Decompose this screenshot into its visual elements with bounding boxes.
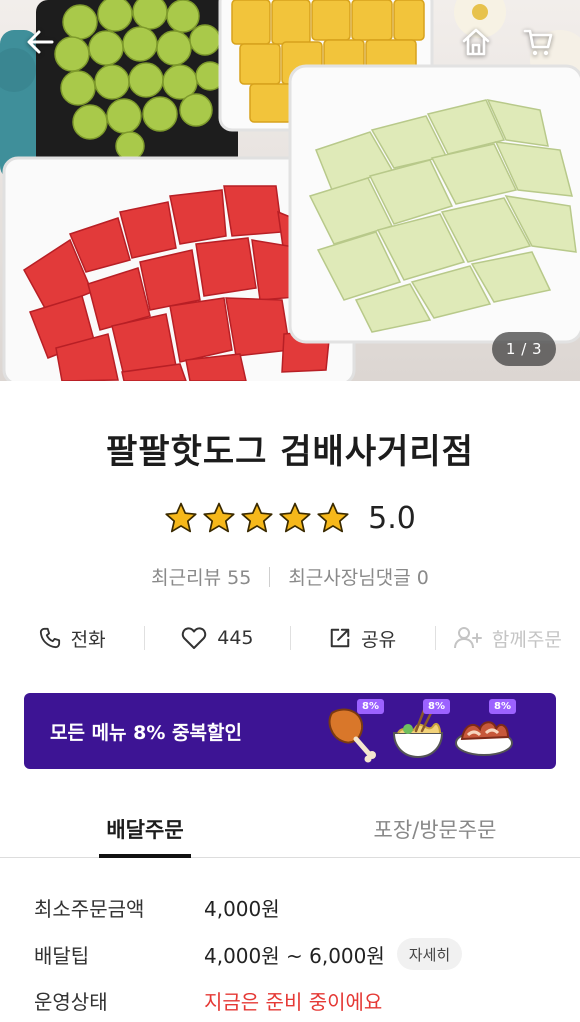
divider (269, 566, 271, 587)
pork-dish-icon: 8% (452, 699, 516, 763)
tab-delivery-order[interactable]: 배달주문 (0, 800, 290, 858)
back-button[interactable] (20, 22, 60, 62)
tab-pickup-order[interactable]: 포장/방문주문 (290, 800, 580, 857)
like-button[interactable]: 445 (145, 626, 289, 650)
image-counter: 1 / 3 (492, 332, 556, 366)
rating-row: 5.0 (0, 495, 580, 541)
promo-text: 모든 메뉴 8% 중복할인 (50, 721, 242, 744)
call-label: 전화 (70, 628, 106, 651)
star-icon (165, 502, 197, 533)
phone-icon (39, 627, 60, 649)
status-label: 운영상태 (34, 989, 108, 1014)
min-order-label: 최소주문금액 (34, 896, 145, 921)
discount-tag: 8% (489, 699, 516, 714)
star-icon (279, 502, 311, 533)
group-order-icon (453, 627, 482, 649)
min-order-value: 4,000원 (204, 896, 280, 921)
order-type-tabs: 배달주문 포장/방문주문 (0, 800, 580, 858)
star-icon (203, 502, 235, 533)
group-order-button[interactable]: 함께주문 (436, 625, 580, 652)
store-photo-carousel[interactable]: 1 / 3 (0, 0, 580, 381)
action-bar: 전화 445 공유 함께주문 (0, 615, 580, 661)
arrow-left-icon (27, 30, 54, 54)
tab-label: 배달주문 (106, 818, 184, 842)
active-tab-indicator (99, 854, 191, 858)
owner-comments-link[interactable]: 최근사장님댓글 0 (288, 563, 429, 590)
home-icon (462, 28, 490, 56)
rating-score: 5.0 (368, 500, 416, 536)
delivery-tip-detail-button[interactable]: 자세히 (396, 938, 463, 970)
review-summary: 최근리뷰 55 최근사장님댓글 0 (0, 563, 580, 590)
call-button[interactable]: 전화 (0, 625, 144, 652)
discount-tag: 8% (357, 699, 384, 714)
home-button[interactable] (456, 22, 496, 62)
store-name: 팔팔핫도그 검배사거리점 (106, 432, 474, 472)
promo-banner[interactable]: 모든 메뉴 8% 중복할인 8% 8% 8% (24, 693, 556, 769)
like-count: 445 (217, 627, 254, 649)
status-row: 운영상태 지금은 준비 중이에요 (34, 984, 554, 1016)
group-order-label: 함께주문 (491, 628, 562, 651)
cart-icon (523, 29, 553, 56)
discount-tag: 8% (423, 699, 450, 714)
share-icon (330, 628, 350, 648)
recent-reviews-link[interactable]: 최근리뷰 55 (151, 563, 251, 590)
status-value: 지금은 준비 중이에요 (204, 989, 383, 1014)
share-button[interactable]: 공유 (291, 625, 435, 652)
tab-label: 포장/방문주문 (373, 818, 497, 842)
heart-icon (182, 627, 207, 649)
star-icon (317, 502, 349, 533)
star-rating (164, 501, 350, 535)
delivery-tip-label: 배달팁 (34, 943, 90, 968)
min-order-row: 최소주문금액 4,000원 (34, 891, 554, 923)
cart-button[interactable] (518, 22, 558, 62)
star-icon (241, 502, 273, 533)
share-label: 공유 (361, 628, 397, 651)
delivery-tip-row: 배달팁 4,000원 ~ 6,000원 자세히 (34, 937, 554, 971)
delivery-tip-value: 4,000원 ~ 6,000원 (204, 943, 385, 968)
noodle-bowl-icon: 8% (386, 699, 450, 763)
chicken-icon: 8% (320, 699, 384, 763)
